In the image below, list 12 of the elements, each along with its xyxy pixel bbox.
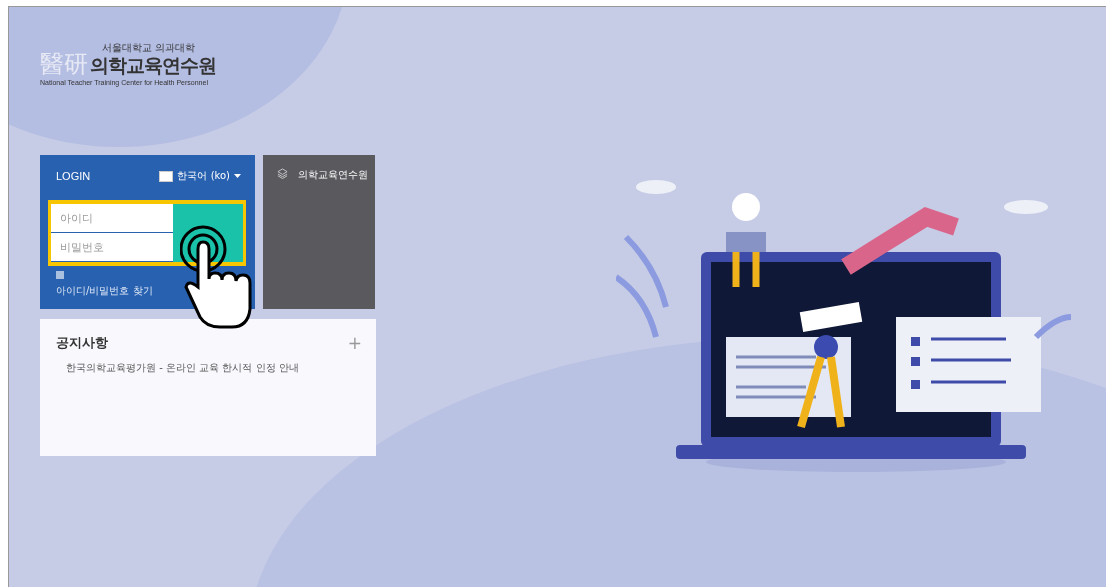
notice-item[interactable]: 한국의학교육평가원 - 온라인 교육 한시적 인정 안내 — [56, 361, 362, 375]
logo-title: 의학교육연수원 — [90, 55, 216, 76]
password-field[interactable]: 비밀번호 — [51, 233, 173, 262]
remember-checkbox[interactable] — [56, 271, 64, 279]
side-panel-link[interactable]: 의학교육연수원 — [298, 168, 368, 182]
id-field[interactable]: 아이디 — [51, 204, 173, 233]
language-dropdown[interactable]: 한국어 (ko) — [159, 169, 241, 183]
login-title: LOGIN — [56, 170, 91, 182]
logo-university: 서울대학교 의과대학 — [102, 41, 197, 55]
notice-title: 공지사항 — [56, 334, 108, 352]
caret-icon — [234, 174, 241, 178]
layers-icon — [277, 168, 288, 179]
